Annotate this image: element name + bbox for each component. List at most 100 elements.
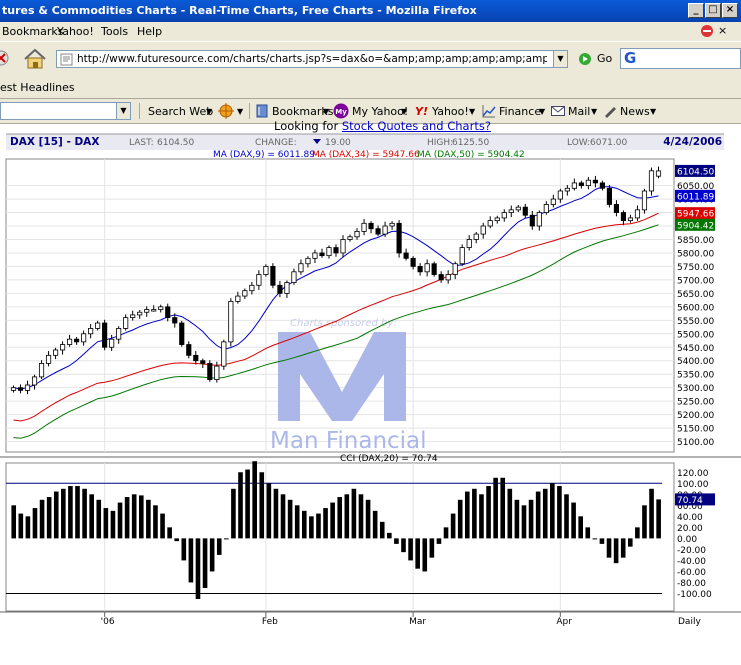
yahoo-dropdown[interactable]: ▼ bbox=[469, 107, 475, 116]
price-tick-label: 5800.00 bbox=[677, 249, 714, 259]
candle bbox=[95, 322, 101, 329]
tab-close-icon[interactable]: × bbox=[718, 24, 727, 37]
candle bbox=[31, 376, 38, 386]
price-tick-label: 5150.00 bbox=[677, 425, 714, 435]
price-tick-label: 5200.00 bbox=[677, 411, 714, 421]
candle bbox=[256, 274, 262, 286]
candle bbox=[277, 284, 283, 294]
candle bbox=[627, 217, 634, 222]
home-icon[interactable] bbox=[22, 46, 48, 70]
candle bbox=[557, 190, 563, 200]
news-button[interactable]: News bbox=[620, 105, 650, 118]
cci-bar bbox=[550, 483, 555, 539]
cci-bar bbox=[429, 538, 435, 558]
candle bbox=[564, 187, 570, 192]
window-title: tures & Commodities Charts - Real-Time C… bbox=[2, 4, 477, 17]
maximize-button[interactable]: □ bbox=[705, 3, 721, 18]
cci-tick-label: 40.00 bbox=[677, 513, 703, 523]
my-yahoo-dropdown[interactable]: ▼ bbox=[401, 107, 407, 116]
candle bbox=[403, 252, 409, 259]
candle bbox=[179, 322, 185, 345]
news-dropdown[interactable]: ▼ bbox=[650, 107, 656, 116]
cci-bar bbox=[365, 499, 371, 539]
cci-bar bbox=[542, 488, 548, 539]
go-button[interactable]: Go bbox=[597, 52, 612, 65]
cci-tick-label: 20.00 bbox=[677, 524, 703, 534]
cci-bar bbox=[599, 538, 605, 544]
candle bbox=[431, 263, 437, 275]
candle bbox=[10, 387, 17, 391]
candle bbox=[74, 338, 80, 343]
mail-button[interactable]: Mail bbox=[568, 105, 590, 118]
cci-bar bbox=[358, 494, 364, 539]
cci-bar bbox=[613, 538, 619, 564]
yahoo-search-dropdown[interactable]: ▼ bbox=[116, 102, 131, 120]
close-window-button[interactable]: × bbox=[722, 3, 738, 18]
candle bbox=[165, 306, 171, 319]
page-content: Looking for Stock Quotes and Charts? DAX… bbox=[0, 119, 741, 665]
candle bbox=[214, 365, 220, 380]
candle bbox=[158, 306, 164, 310]
stop-icon[interactable] bbox=[0, 48, 12, 68]
candle bbox=[284, 282, 290, 294]
candle bbox=[606, 187, 612, 205]
url-field[interactable]: http://www.futuresource.com/charts/chart… bbox=[56, 50, 554, 68]
finance-button[interactable]: Finance bbox=[499, 105, 541, 118]
candle bbox=[228, 301, 234, 343]
cci-bar bbox=[160, 513, 165, 539]
my-yahoo-button[interactable]: My Yahoo! bbox=[352, 105, 408, 118]
high-label: HIGH: bbox=[427, 138, 453, 148]
candle bbox=[445, 274, 451, 281]
go-arrow-icon[interactable] bbox=[578, 52, 592, 66]
price-tick-label: 5550.00 bbox=[677, 317, 714, 327]
cci-bar bbox=[68, 486, 73, 539]
man-financial-logo-icon bbox=[278, 332, 406, 421]
candle bbox=[354, 231, 360, 238]
minimize-button[interactable]: _ bbox=[688, 3, 704, 18]
cci-bar bbox=[571, 502, 576, 539]
cci-bar bbox=[224, 538, 229, 540]
price-value-box-label: 5904.42 bbox=[677, 221, 714, 231]
x-tick-label: '06 bbox=[101, 617, 115, 627]
candle bbox=[466, 239, 472, 248]
cci-bar bbox=[642, 505, 647, 539]
candle bbox=[326, 247, 332, 257]
menu-bookmarks[interactable]: Bookmarks bbox=[2, 25, 63, 38]
latest-headlines-link[interactable]: est Headlines bbox=[0, 81, 75, 94]
yahoo-search-input[interactable] bbox=[0, 102, 130, 120]
cci-bar bbox=[294, 505, 300, 539]
yahoo-button[interactable]: Yahoo! bbox=[432, 105, 469, 118]
menu-tools[interactable]: Tools bbox=[101, 25, 128, 38]
cci-bar bbox=[301, 510, 307, 539]
cci-bar bbox=[493, 477, 498, 539]
cci-tick-label: 120.00 bbox=[677, 469, 709, 479]
price-value-box-label: 5947.66 bbox=[677, 210, 714, 220]
menu-help[interactable]: Help bbox=[137, 25, 162, 38]
cci-bar-series bbox=[11, 461, 661, 599]
yahoo-bookmarks-dropdown[interactable]: ▼ bbox=[323, 107, 329, 116]
cci-value-box: 70.74 bbox=[675, 493, 715, 506]
candle bbox=[319, 252, 325, 257]
google-logo-icon[interactable]: G bbox=[624, 49, 636, 67]
menu-yahoo[interactable]: Yahoo! bbox=[57, 25, 94, 38]
candle bbox=[634, 209, 641, 219]
search-web-dropdown[interactable]: ▼ bbox=[206, 107, 212, 116]
url-history-dropdown[interactable]: ▼ bbox=[553, 50, 568, 68]
candle bbox=[375, 228, 381, 235]
search-web-button[interactable]: Search Web bbox=[148, 105, 213, 118]
candle bbox=[312, 252, 318, 259]
search-engine-box[interactable]: G bbox=[620, 48, 741, 69]
crosshair-icon[interactable] bbox=[218, 103, 234, 119]
candle bbox=[298, 263, 304, 273]
candle bbox=[172, 317, 178, 324]
last-label: LAST: bbox=[129, 138, 154, 148]
cci-bar bbox=[238, 472, 243, 539]
chart-date: 4/24/2006 bbox=[663, 136, 722, 148]
cci-bar bbox=[635, 527, 640, 539]
price-tick-label: 5400.00 bbox=[677, 357, 714, 367]
finance-chart-icon bbox=[482, 105, 496, 118]
crosshair-dropdown[interactable]: ▼ bbox=[237, 107, 243, 116]
cci-bar bbox=[124, 497, 130, 539]
mail-dropdown[interactable]: ▼ bbox=[591, 107, 597, 116]
finance-dropdown[interactable]: ▼ bbox=[539, 107, 545, 116]
